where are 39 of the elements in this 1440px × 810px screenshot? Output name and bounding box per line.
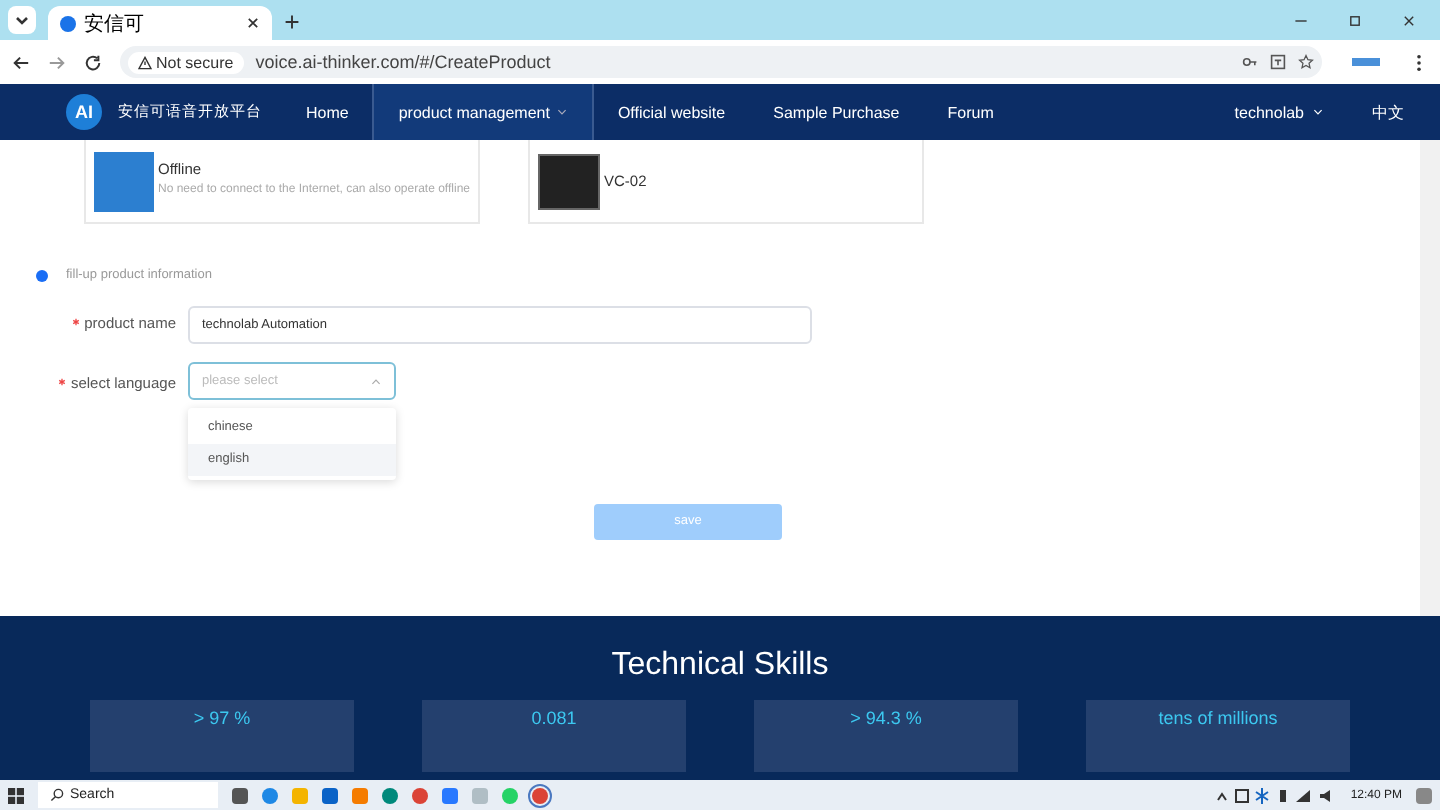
language-link[interactable]: 中文 bbox=[1372, 101, 1404, 123]
browser-tab[interactable]: 安信可 bbox=[48, 6, 272, 40]
step-dot-icon bbox=[36, 269, 48, 281]
tab-list-chevron-icon[interactable] bbox=[8, 6, 36, 34]
chevron-down-icon bbox=[1312, 106, 1324, 118]
translate-icon[interactable] bbox=[1270, 54, 1286, 70]
photo-placeholder bbox=[94, 151, 154, 211]
user-menu[interactable]: technolab bbox=[1234, 103, 1324, 121]
warning-icon bbox=[138, 55, 152, 69]
key-icon[interactable] bbox=[1242, 54, 1258, 70]
nav-link[interactable]: Forum bbox=[923, 84, 1018, 140]
nav-link[interactable]: Sample Purchase bbox=[749, 84, 924, 140]
section-title: Technical Skills bbox=[611, 648, 829, 684]
stat-value: > 94.3 % bbox=[850, 708, 922, 728]
search-icon bbox=[50, 788, 64, 802]
chevron-down-icon bbox=[555, 106, 568, 118]
nav-link[interactable]: product management bbox=[372, 84, 594, 140]
nav-link[interactable]: Official website bbox=[593, 84, 750, 140]
forward-arrow-icon[interactable] bbox=[48, 53, 66, 71]
address-bar[interactable]: Not secure voice.ai-thinker.com/#/CreateProduct bbox=[120, 46, 1322, 78]
url-text: voice.ai-thinker.com/#/CreateProduct bbox=[255, 52, 553, 72]
stat-value: 0.081 bbox=[531, 708, 577, 728]
minimize-icon[interactable] bbox=[1294, 14, 1308, 28]
site-favicon-icon bbox=[60, 15, 76, 31]
maximize-icon[interactable] bbox=[1348, 14, 1362, 28]
close-tab-icon[interactable] bbox=[246, 16, 260, 30]
new-tab-plus-icon[interactable] bbox=[284, 14, 300, 30]
windows-start-icon[interactable] bbox=[8, 787, 24, 803]
tab-title: 安信可 bbox=[84, 11, 146, 37]
close-icon[interactable] bbox=[1402, 14, 1416, 28]
stat-value: tens of millions bbox=[1158, 708, 1278, 728]
reload-icon[interactable] bbox=[84, 53, 102, 71]
chevron-icon bbox=[370, 375, 382, 387]
security-chip[interactable]: Not secure bbox=[128, 51, 244, 73]
bookmark-star-icon[interactable] bbox=[1298, 54, 1314, 70]
back-arrow-icon[interactable] bbox=[12, 53, 30, 71]
stat-value: > 97 % bbox=[193, 708, 251, 728]
logo-icon[interactable]: AI bbox=[66, 94, 102, 130]
nav-link[interactable]: Home bbox=[282, 84, 373, 140]
